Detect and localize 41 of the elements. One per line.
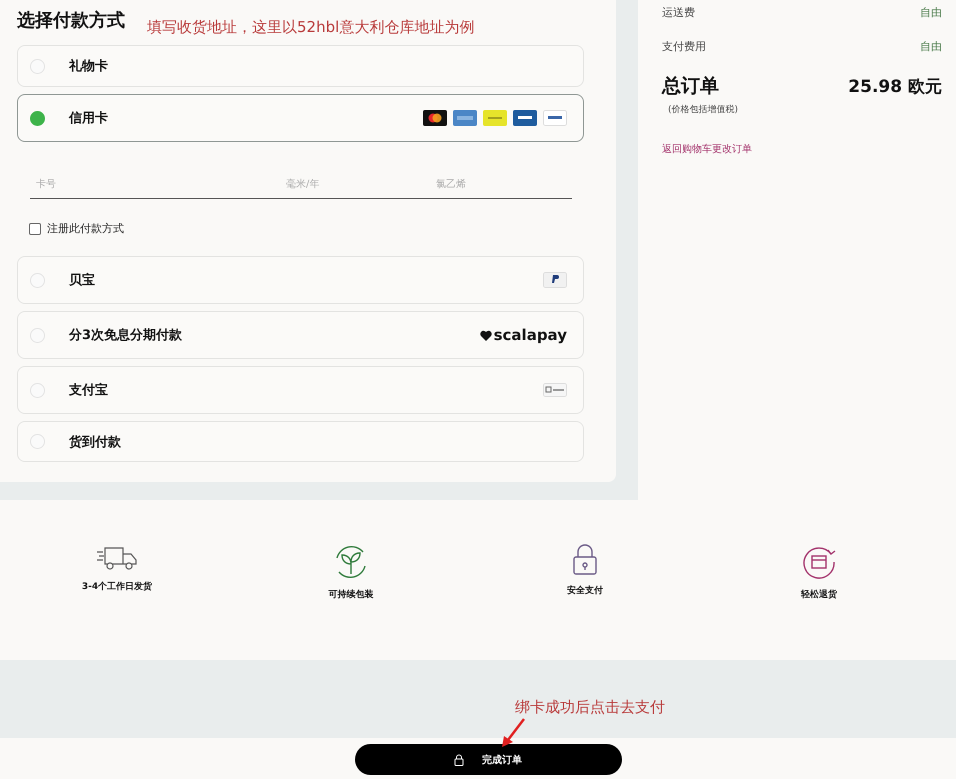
input-field[interactable]: 毫米/年	[280, 171, 430, 198]
annotation-text: 绑卡成功后点击去支付	[515, 698, 665, 717]
card-logo-icon	[483, 110, 507, 126]
option-label: 礼物卡	[69, 58, 109, 75]
summary-label: 运送费	[662, 5, 695, 21]
tax-note: (价格包括增值税)	[668, 104, 740, 116]
payment-option[interactable]: 分3次免息分期付款 scalapay	[17, 311, 584, 359]
lock-icon	[572, 544, 598, 576]
back-to-cart-link[interactable]: 返回购物车更改订单	[662, 142, 752, 156]
feature-label: 可持续包装	[328, 588, 374, 601]
payment-option[interactable]: 礼物卡	[17, 45, 584, 87]
heart-icon	[480, 330, 492, 340]
input-field[interactable]: 氯乙烯	[430, 171, 570, 198]
checkbox-label: 注册此付款方式	[47, 221, 124, 236]
feature-label: 安全支付	[567, 584, 603, 597]
brand-name: scalapay	[494, 326, 567, 344]
complete-order-button[interactable]: 完成订单	[354, 744, 622, 775]
annotation-arrow	[500, 718, 526, 748]
feature-label: 3-4个工作日发货	[82, 580, 152, 593]
checkbox[interactable]	[29, 222, 41, 234]
summary-label: 支付费用	[662, 39, 706, 55]
summary-value: 自由	[920, 5, 942, 21]
input-field[interactable]: 卡号	[30, 171, 280, 198]
total-value: 25.98 欧元	[848, 76, 942, 98]
payment-option[interactable]: 货到付款	[17, 421, 584, 462]
feature-label: 轻松退货	[801, 588, 837, 601]
payment-option[interactable]: 贝宝	[17, 256, 584, 304]
radio-button[interactable]	[30, 110, 45, 126]
total-label: 总订单	[662, 74, 719, 99]
option-label: 货到付款	[69, 434, 122, 450]
card-logo-icon	[453, 110, 477, 126]
option-label: 信用卡	[69, 110, 109, 127]
annotation-text: 填写收货地址，这里以52hbl意大利仓库地址为例	[147, 18, 474, 37]
section-title: 选择付款方式	[17, 9, 125, 32]
payment-option[interactable]: 信用卡	[17, 94, 584, 142]
option-label: 支付宝	[69, 382, 109, 399]
payment-option[interactable]: 支付宝	[17, 366, 584, 414]
lock-icon	[454, 754, 464, 766]
option-label: 贝宝	[69, 272, 96, 289]
option-label: 分3次免息分期付款	[69, 327, 184, 344]
summary-value: 自由	[920, 39, 942, 55]
